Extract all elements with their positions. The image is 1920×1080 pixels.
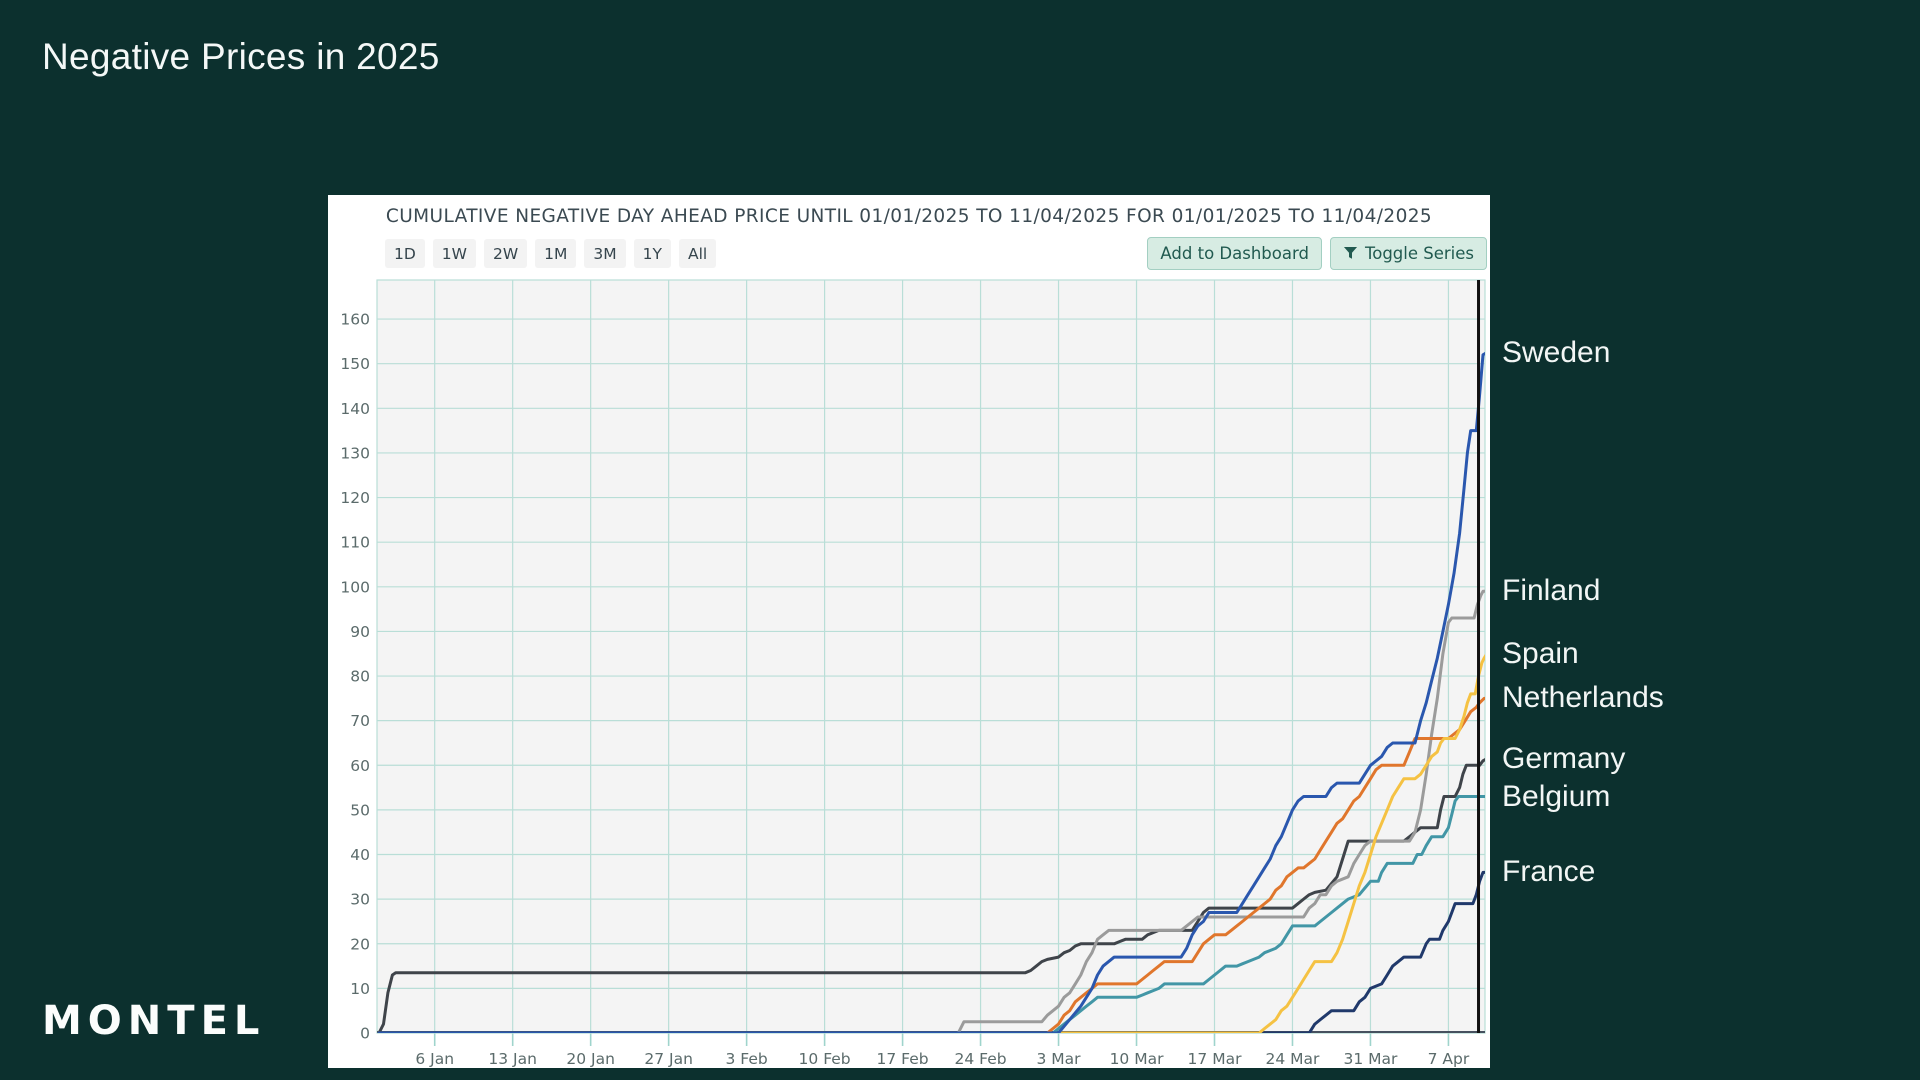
- svg-text:140: 140: [340, 400, 370, 418]
- svg-text:80: 80: [350, 668, 370, 686]
- svg-text:40: 40: [350, 846, 370, 864]
- svg-text:160: 160: [340, 311, 370, 329]
- series-label-france: France: [1502, 850, 1595, 894]
- svg-text:10 Mar: 10 Mar: [1110, 1050, 1165, 1068]
- svg-text:3 Mar: 3 Mar: [1037, 1050, 1082, 1068]
- page-title: Negative Prices in 2025: [42, 36, 440, 78]
- series-label-netherlands: Netherlands: [1502, 676, 1664, 720]
- svg-text:10: 10: [350, 980, 370, 998]
- svg-text:20: 20: [350, 935, 370, 953]
- svg-text:24 Feb: 24 Feb: [955, 1050, 1007, 1068]
- svg-text:3 Feb: 3 Feb: [726, 1050, 768, 1068]
- svg-text:17 Feb: 17 Feb: [877, 1050, 929, 1068]
- svg-text:10 Feb: 10 Feb: [799, 1050, 851, 1068]
- svg-text:27 Jan: 27 Jan: [644, 1050, 693, 1068]
- svg-text:70: 70: [350, 712, 370, 730]
- svg-text:31 Mar: 31 Mar: [1344, 1050, 1399, 1068]
- svg-text:17 Mar: 17 Mar: [1188, 1050, 1243, 1068]
- series-label-spain: Spain: [1502, 632, 1579, 676]
- screen: Negative Prices in 2025 CUMULATIVE NEGAT…: [0, 0, 1920, 1080]
- chart-panel: CUMULATIVE NEGATIVE DAY AHEAD PRICE UNTI…: [328, 195, 1490, 1068]
- series-label-belgium: Belgium: [1502, 775, 1610, 819]
- brand-logo: MONTEL: [42, 998, 265, 1044]
- svg-text:120: 120: [340, 489, 370, 507]
- series-label-sweden: Sweden: [1502, 331, 1610, 375]
- svg-text:30: 30: [350, 891, 370, 909]
- svg-text:60: 60: [350, 757, 370, 775]
- svg-text:50: 50: [350, 801, 370, 819]
- svg-text:20 Jan: 20 Jan: [566, 1050, 615, 1068]
- svg-text:24 Mar: 24 Mar: [1266, 1050, 1321, 1068]
- svg-text:130: 130: [340, 444, 370, 462]
- chart-plot-area[interactable]: 0 10 20 30 40 50 60 70 80 90 100 110 120 130 140 150 160…: [328, 195, 1490, 1068]
- svg-text:13 Jan: 13 Jan: [488, 1050, 537, 1068]
- svg-text:90: 90: [350, 623, 370, 641]
- svg-text:100: 100: [340, 578, 370, 596]
- svg-text:150: 150: [340, 355, 370, 373]
- svg-text:6 Jan: 6 Jan: [415, 1050, 454, 1068]
- svg-text:0: 0: [360, 1025, 370, 1043]
- svg-text:7 Apr: 7 Apr: [1428, 1050, 1470, 1068]
- svg-text:110: 110: [340, 534, 370, 552]
- series-label-finland: Finland: [1502, 569, 1600, 613]
